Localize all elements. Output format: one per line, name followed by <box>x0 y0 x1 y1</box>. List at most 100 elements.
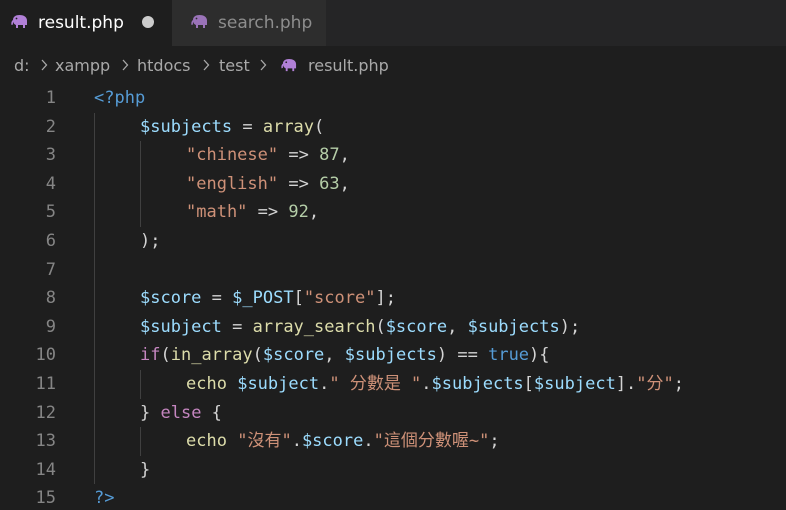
code-text: ?> <box>94 484 114 510</box>
chevron-right-icon <box>122 59 129 71</box>
code-token: 63 <box>319 173 340 194</box>
code-line[interactable]: 5 "math" => 92, <box>0 198 786 227</box>
code-token: echo <box>186 374 227 394</box>
code-token: ); <box>140 231 161 251</box>
line-number: 5 <box>45 202 56 223</box>
code-token: 92 <box>288 202 309 223</box>
breadcrumb-item-drive[interactable]: d: <box>14 55 30 77</box>
code-text: "math" => 92, <box>186 198 319 226</box>
code-token: $subjects <box>467 316 560 337</box>
code-token: , <box>447 316 468 337</box>
code-text: echo $subject." 分數是 ".$subjects[$subject… <box>186 370 684 398</box>
code-token: array_search <box>252 316 376 337</box>
code-token: echo <box>186 431 227 452</box>
code-text: if(in_array($score, $subjects) == true){ <box>140 341 550 369</box>
code-token: => <box>278 173 320 194</box>
code-token: , <box>339 145 350 166</box>
breadcrumb-item-htdocs[interactable]: htdocs <box>137 55 191 77</box>
code-line[interactable]: 9 $subject = array_search($score, $subjec… <box>0 313 786 342</box>
code-token: array <box>262 116 315 137</box>
line-number: 3 <box>45 145 56 166</box>
code-token: " 分數是 " <box>329 374 422 394</box>
code-text: "chinese" => 87, <box>186 141 350 169</box>
code-token: , <box>308 202 320 223</box>
code-text: ); <box>140 227 160 255</box>
code-text: echo "沒有".$score."這個分數喔~"; <box>186 427 500 455</box>
code-editor[interactable]: 1 <?php 2 $subjects = array(3 "chinese" => 8… <box>0 84 786 510</box>
code-text: } <box>140 456 150 484</box>
chevron-right-icon <box>260 59 267 71</box>
code-token: if <box>140 345 161 366</box>
code-text: <?php <box>94 84 145 112</box>
code-token: = <box>201 288 233 309</box>
code-token: "english" <box>186 173 279 194</box>
code-token: ( <box>160 345 171 366</box>
tab-search-php[interactable]: search.php <box>172 0 326 46</box>
code-line[interactable]: 14} <box>0 456 786 485</box>
code-token: . <box>319 374 330 394</box>
tab-result-php[interactable]: result.php <box>0 0 172 46</box>
code-token: $score <box>140 288 202 309</box>
line-number: 10 <box>35 345 56 366</box>
code-token: } <box>140 402 161 423</box>
unsaved-changes-indicator[interactable] <box>142 16 154 28</box>
code-token: else <box>160 402 202 423</box>
code-token: ); <box>559 316 581 337</box>
code-token: = <box>232 116 263 137</box>
code-line[interactable]: 1 <?php <box>0 84 786 113</box>
code-token: } <box>140 459 151 480</box>
code-token: $subjects <box>344 345 437 366</box>
line-number: 12 <box>35 402 56 423</box>
code-token: $score <box>385 316 448 337</box>
breadcrumb-item-xampp[interactable]: xampp <box>55 55 110 77</box>
code-token: ( <box>314 116 325 137</box>
line-number: 11 <box>35 374 56 394</box>
line-number: 7 <box>45 259 56 280</box>
code-token: $score <box>262 345 325 366</box>
code-line[interactable]: 15 ?> <box>0 484 786 510</box>
code-token: "沒有" <box>237 431 292 452</box>
code-token: = <box>221 316 253 337</box>
code-token: , <box>324 345 345 366</box>
code-token: => <box>278 145 320 166</box>
code-token: ){ <box>529 345 550 366</box>
code-line[interactable]: 13 echo "沒有".$score."這個分數喔~"; <box>0 427 786 456</box>
breadcrumb-item-test[interactable]: test <box>219 55 250 77</box>
code-token: in_array <box>170 345 253 366</box>
breadcrumb-item-file[interactable]: result.php <box>308 55 389 77</box>
code-text: } else { <box>140 399 222 427</box>
code-token: . <box>421 374 432 394</box>
line-number: 2 <box>45 116 56 137</box>
chevron-right-icon <box>203 59 210 71</box>
php-elephant-icon <box>191 15 207 28</box>
editor-window: result.php search.php d: xampp htdocs te… <box>0 0 786 510</box>
code-token: $_POST <box>232 288 294 309</box>
code-token: ; <box>673 374 685 394</box>
code-token: ; <box>489 431 500 452</box>
code-token: ]. <box>615 374 637 394</box>
code-token: $subjects <box>140 116 233 137</box>
code-line[interactable]: 6); <box>0 227 786 256</box>
chevron-right-icon <box>41 59 48 71</box>
code-text: "english" => 63, <box>186 170 350 198</box>
code-line[interactable]: 12 } else { <box>0 399 786 428</box>
code-line[interactable]: 10 if(in_array($score, $subjects) == true… <box>0 341 786 370</box>
tab-label: search.php <box>218 13 313 33</box>
line-number: 1 <box>45 88 56 108</box>
code-line[interactable]: 2 $subjects = array( <box>0 113 786 142</box>
code-line[interactable]: 3 "chinese" => 87, <box>0 141 786 170</box>
line-number: 6 <box>45 231 56 251</box>
line-number: 4 <box>45 173 56 194</box>
code-line[interactable]: 8 $score = $_POST["score"]; <box>0 284 786 313</box>
code-line[interactable]: 7 <box>0 256 786 285</box>
code-token: . <box>363 431 374 452</box>
code-token: ]; <box>375 288 396 309</box>
code-token: => <box>247 202 289 223</box>
code-text: $score = $_POST["score"]; <box>140 284 396 312</box>
code-line[interactable]: 11 echo $subject." 分數是 ".$subjects[$subje… <box>0 370 786 399</box>
tab-bar: result.php search.php <box>0 0 786 46</box>
code-line[interactable]: 4 "english" => 63, <box>0 170 786 199</box>
code-text: $subject = array_search($score, $subject… <box>140 313 580 341</box>
